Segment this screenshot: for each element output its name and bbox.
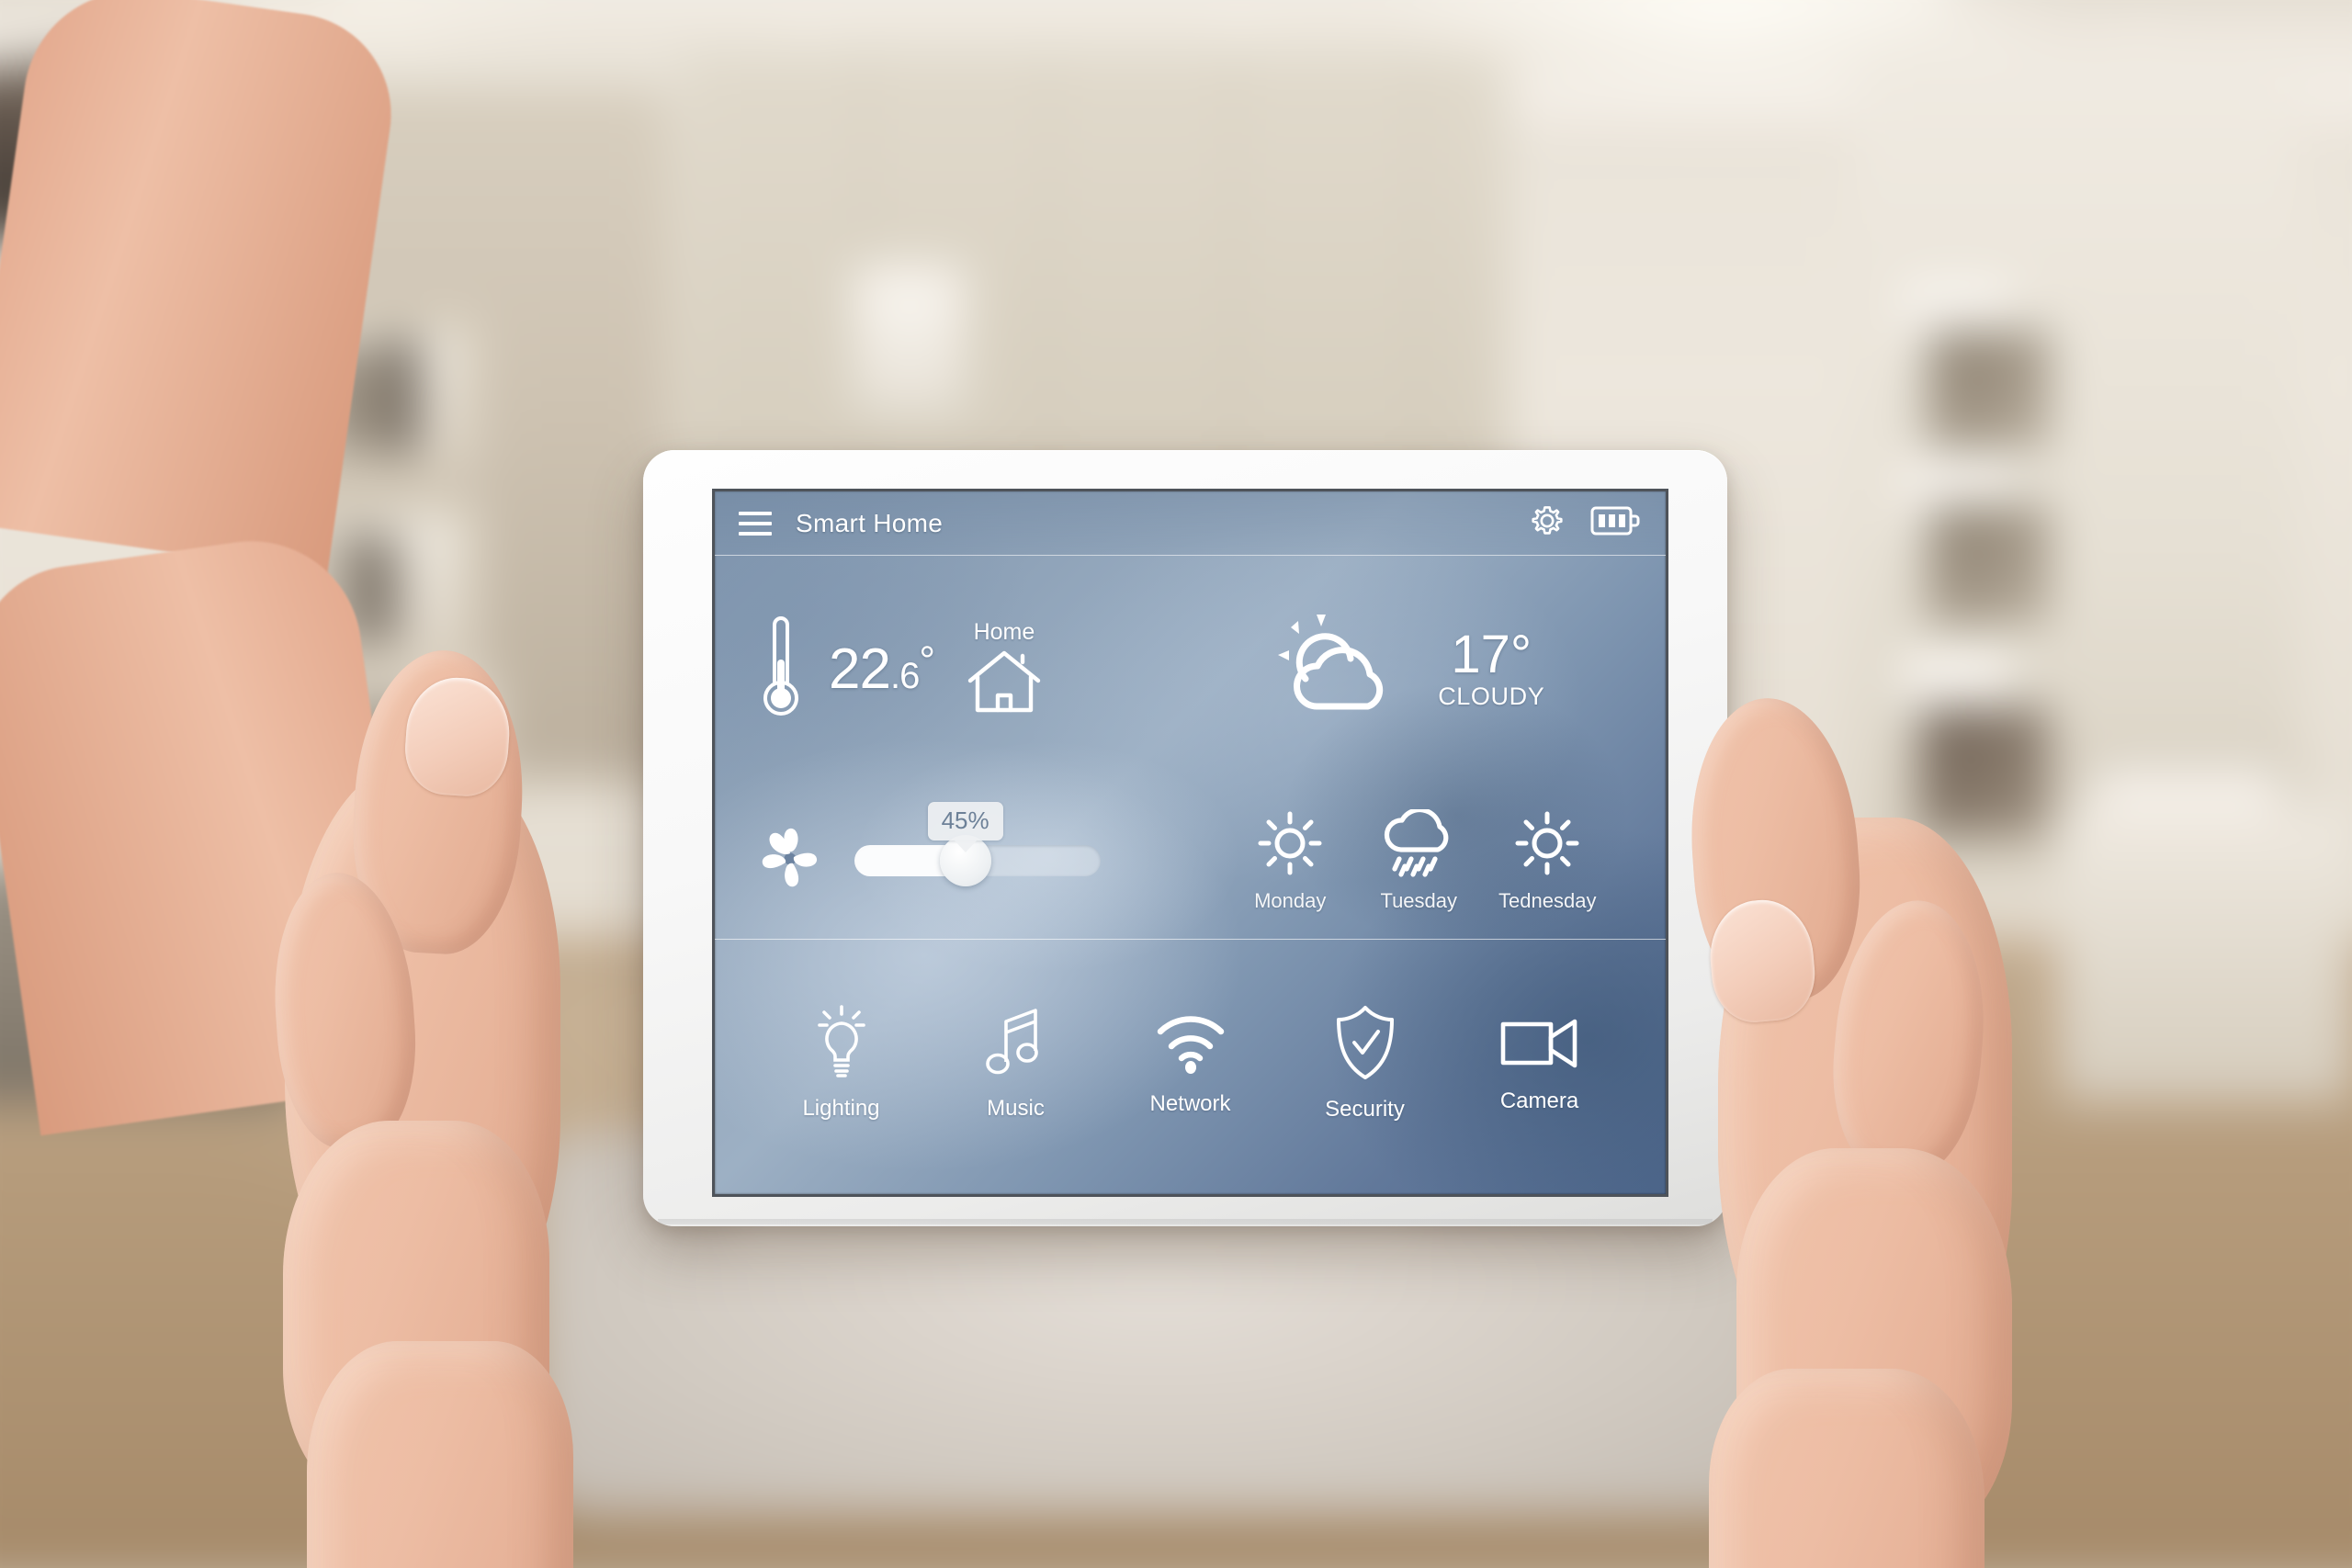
recessed-light bbox=[1709, 35, 1725, 51]
fan-value-tooltip: 45% bbox=[927, 802, 1003, 840]
forecast-day-monday[interactable]: Monday bbox=[1232, 809, 1348, 913]
weather-panel: 17° CLOUDY Monday Tuesday Tednesday bbox=[1191, 556, 1667, 939]
quick-actions-bar: Lighting Music Network Security Camera bbox=[715, 940, 1666, 1194]
indoor-temperature: 22.6° bbox=[829, 637, 935, 698]
video-camera-icon bbox=[1499, 1012, 1580, 1077]
recessed-light bbox=[2132, 17, 2148, 33]
temp-whole: 22 bbox=[829, 637, 891, 701]
right-shelf-object bbox=[1929, 505, 2049, 625]
weather-condition: CLOUDY bbox=[1438, 682, 1545, 711]
fan-widget: 45% bbox=[715, 783, 1191, 939]
left-wrist bbox=[307, 1341, 573, 1568]
forecast-day-label: Tednesday bbox=[1498, 888, 1597, 912]
nav-item-camera[interactable]: Camera bbox=[1471, 1012, 1609, 1114]
forecast-day-label: Tuesday bbox=[1380, 888, 1458, 912]
nav-item-music[interactable]: Music bbox=[947, 1005, 1085, 1122]
wifi-icon bbox=[1153, 1010, 1228, 1080]
fan-speed-slider[interactable]: 45% bbox=[854, 802, 1101, 890]
sun-icon bbox=[1513, 809, 1581, 882]
forecast-day-tednesday[interactable]: Tednesday bbox=[1489, 809, 1605, 913]
hamburger-menu-icon[interactable] bbox=[739, 511, 772, 536]
book bbox=[387, 338, 414, 454]
weather-readout: 17° CLOUDY bbox=[1438, 624, 1545, 712]
book bbox=[370, 536, 394, 643]
forecast-day-tuesday[interactable]: Tuesday bbox=[1361, 807, 1476, 913]
dashboard-body: 22.6° Home 45% 17° CLOUDY Monday Tuesday… bbox=[715, 556, 1666, 1194]
climate-panel: 22.6° Home 45% bbox=[715, 556, 1191, 939]
battery-icon[interactable] bbox=[1590, 504, 1642, 542]
fan-icon[interactable] bbox=[752, 820, 829, 902]
recessed-light bbox=[799, 18, 816, 35]
nav-item-security[interactable]: Security bbox=[1296, 1004, 1434, 1122]
thermometer-icon bbox=[757, 608, 805, 730]
tablet-screen: Smart Home 22.6° Home 45% 17° CLOUDY Mon… bbox=[715, 491, 1666, 1194]
forecast-day-label: Monday bbox=[1254, 888, 1327, 912]
house-icon bbox=[966, 648, 1043, 720]
sun-icon bbox=[1256, 809, 1324, 882]
recessed-light bbox=[404, 33, 421, 50]
nav-label: Music bbox=[987, 1096, 1045, 1121]
header-actions bbox=[1528, 502, 1642, 545]
sun-behind-cloud-icon bbox=[1274, 609, 1410, 729]
nav-label: Security bbox=[1325, 1097, 1405, 1122]
current-weather[interactable]: 17° CLOUDY bbox=[1191, 556, 1667, 783]
nav-item-network[interactable]: Network bbox=[1122, 1010, 1260, 1117]
nav-item-lighting[interactable]: Lighting bbox=[773, 1005, 910, 1122]
right-shelf-object bbox=[1929, 331, 2049, 450]
tablet-device: Smart Home 22.6° Home 45% 17° CLOUDY Mon… bbox=[643, 450, 1727, 1226]
rain-cloud-icon bbox=[1381, 807, 1456, 882]
forecast-row: Monday Tuesday Tednesday bbox=[1191, 783, 1667, 939]
thermostat-widget[interactable]: 22.6° Home bbox=[715, 556, 1191, 783]
book bbox=[361, 349, 381, 452]
dashboard-upper: 22.6° Home 45% 17° CLOUDY Monday Tuesday… bbox=[715, 556, 1666, 940]
zone-label: Home bbox=[973, 618, 1035, 645]
shield-check-icon bbox=[1331, 1004, 1399, 1086]
recessed-light bbox=[1231, 15, 1248, 31]
lightbulb-icon bbox=[808, 1005, 875, 1085]
right-wrist bbox=[1709, 1369, 1984, 1568]
zone-selector[interactable]: Home bbox=[966, 619, 1043, 720]
temp-fraction: .6 bbox=[889, 655, 920, 696]
left-hand bbox=[266, 643, 707, 1568]
gear-icon[interactable] bbox=[1528, 502, 1566, 545]
nav-label: Camera bbox=[1499, 1089, 1579, 1113]
wall-niche bbox=[845, 257, 974, 423]
degree-symbol: ° bbox=[919, 637, 935, 683]
outdoor-temperature: 17° bbox=[1451, 624, 1532, 684]
right-hand bbox=[1654, 634, 2132, 1568]
page-title: Smart Home bbox=[796, 508, 944, 537]
nav-label: Lighting bbox=[802, 1096, 880, 1121]
nav-label: Network bbox=[1149, 1091, 1231, 1116]
app-header: Smart Home bbox=[715, 491, 1666, 556]
music-note-icon bbox=[984, 1005, 1048, 1085]
